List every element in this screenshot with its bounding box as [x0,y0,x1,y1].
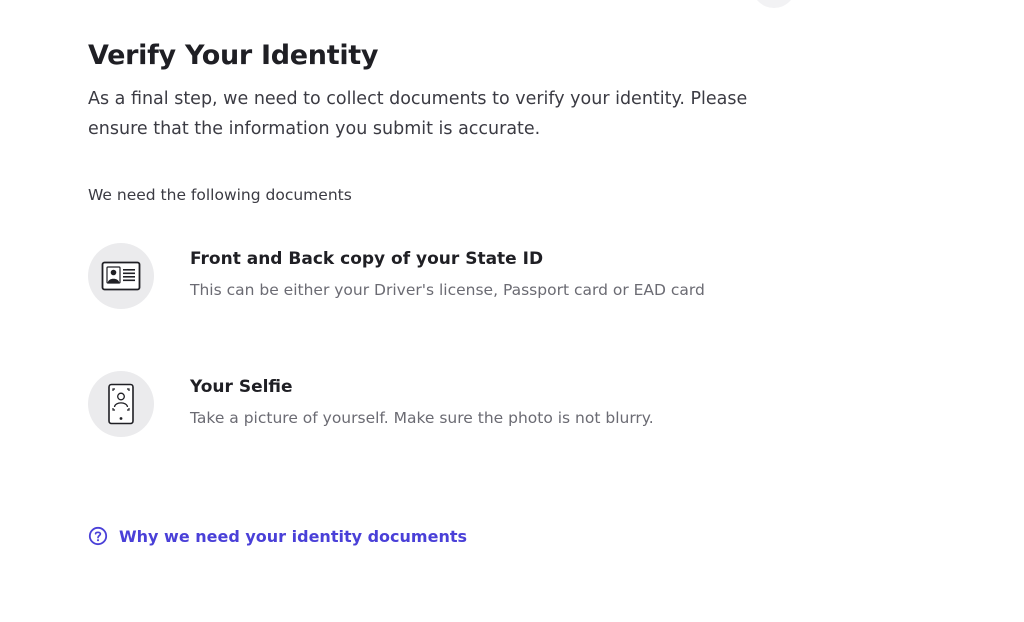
documents-heading: We need the following documents [88,186,352,204]
why-documents-link-label: Why we need your identity documents [119,526,467,546]
document-description: Take a picture of yourself. Make sure th… [190,409,654,427]
selfie-phone-icon [88,371,154,437]
page-intro: As a final step, we need to collect docu… [88,89,748,139]
why-documents-link[interactable]: Why we need your identity documents [88,526,467,546]
main-content: Verify Your Identity As a final step, we… [88,38,848,144]
id-card-icon [88,243,154,309]
document-title: Front and Back copy of your State ID [190,249,544,269]
document-title: Your Selfie [190,377,293,397]
document-item-selfie: Your Selfie Take a picture of yourself. … [88,371,848,437]
document-description: This can be either your Driver's license… [190,281,705,299]
decorative-circle [752,0,796,8]
question-circle-icon [88,526,108,546]
document-item-state-id: Front and Back copy of your State ID Thi… [88,243,848,309]
page-title: Verify Your Identity [88,40,379,71]
